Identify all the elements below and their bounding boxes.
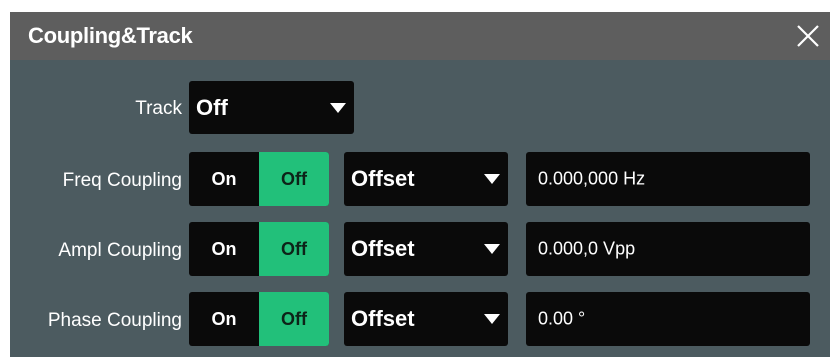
phase-coupling-mode-value: Offset [351,306,415,331]
phase-coupling-mode-dropdown[interactable]: Offset [344,292,508,346]
caret-down-icon [330,102,346,113]
ampl-coupling-toggle: On Off [189,222,329,276]
coupling-track-dialog: Coupling&Track Track Off Freq Coupling O… [10,12,830,357]
ampl-coupling-value-field[interactable]: 0.000,0 Vpp [526,222,810,276]
phase-coupling-value-field[interactable]: 0.00 ° [526,292,810,346]
freq-coupling-mode-dropdown[interactable]: Offset [344,152,508,206]
ampl-coupling-value: 0.000,0 Vpp [538,238,636,259]
ampl-coupling-mode-dropdown[interactable]: Offset [344,222,508,276]
track-dropdown-value: Off [196,94,228,120]
ampl-coupling-label: Ampl Coupling [58,240,182,261]
phase-coupling-value: 0.00 ° [538,308,586,329]
phase-coupling-on-button[interactable]: On [189,292,259,346]
freq-coupling-value-field[interactable]: 0.000,000 Hz [526,152,810,206]
phase-coupling-off-button[interactable]: Off [259,292,329,346]
caret-down-icon [484,314,500,324]
freq-coupling-toggle: On Off [189,152,329,206]
ampl-coupling-on-button[interactable]: On [189,222,259,276]
track-dropdown[interactable]: Off [189,81,354,134]
phase-coupling-label: Phase Coupling [47,310,182,331]
dialog-title: Coupling&Track [28,23,193,48]
ampl-coupling-off-button[interactable]: Off [259,222,329,276]
ampl-coupling-mode-value: Offset [351,236,415,261]
freq-coupling-value: 0.000,000 Hz [538,168,646,189]
phase-coupling-toggle: On Off [189,292,329,346]
freq-coupling-label: Freq Coupling [62,170,182,191]
freq-coupling-off-button[interactable]: Off [259,152,329,206]
dialog-title-bar: Coupling&Track [10,12,830,60]
caret-down-icon [484,244,500,254]
freq-coupling-mode-value: Offset [351,166,415,191]
track-label: Track [135,98,182,119]
freq-coupling-on-button[interactable]: On [189,152,259,206]
caret-down-icon [484,174,500,184]
close-icon[interactable] [792,20,824,52]
